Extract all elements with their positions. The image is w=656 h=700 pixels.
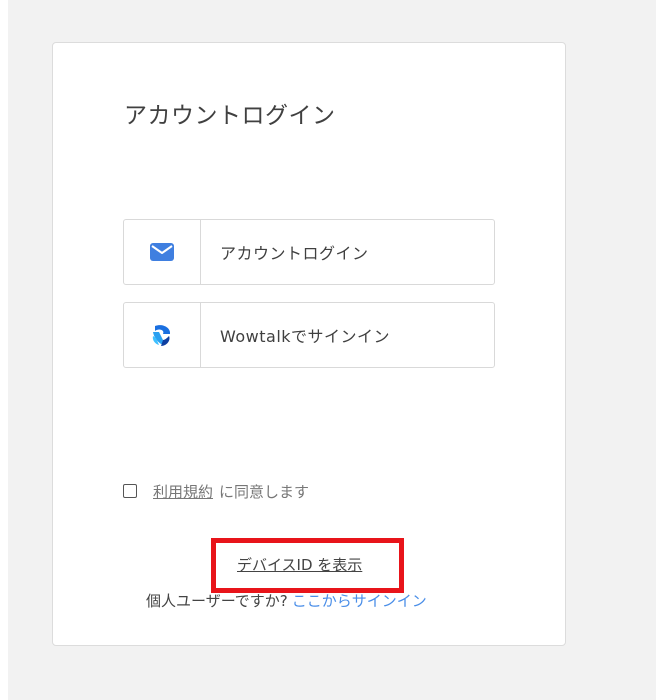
personal-signin-link[interactable]: ここからサインイン	[292, 592, 427, 610]
account-login-icon-cell	[124, 220, 201, 284]
wowtalk-icon-cell	[124, 303, 201, 367]
account-login-label: アカウントログイン	[220, 244, 369, 263]
mail-icon	[150, 243, 174, 261]
personal-user-prompt: 個人ユーザーですか? ここからサインイン	[146, 590, 427, 611]
wowtalk-logo-icon	[152, 325, 171, 346]
account-login-button[interactable]: アカウントログイン	[123, 219, 495, 285]
terms-checkbox[interactable]	[123, 484, 137, 498]
terms-link[interactable]: 利用規約	[153, 481, 213, 502]
show-device-id-link[interactable]: デバイスID を表示	[237, 554, 362, 575]
wowtalk-signin-label: Wowtalkでサインイン	[220, 327, 391, 346]
wowtalk-signin-button[interactable]: Wowtalkでサインイン	[123, 302, 495, 368]
page-title: アカウントログイン	[124, 103, 336, 129]
personal-user-question: 個人ユーザーですか?	[146, 592, 288, 610]
terms-agreement: 利用規約 に同意します	[123, 480, 309, 502]
terms-agree-text: に同意します	[219, 482, 310, 501]
